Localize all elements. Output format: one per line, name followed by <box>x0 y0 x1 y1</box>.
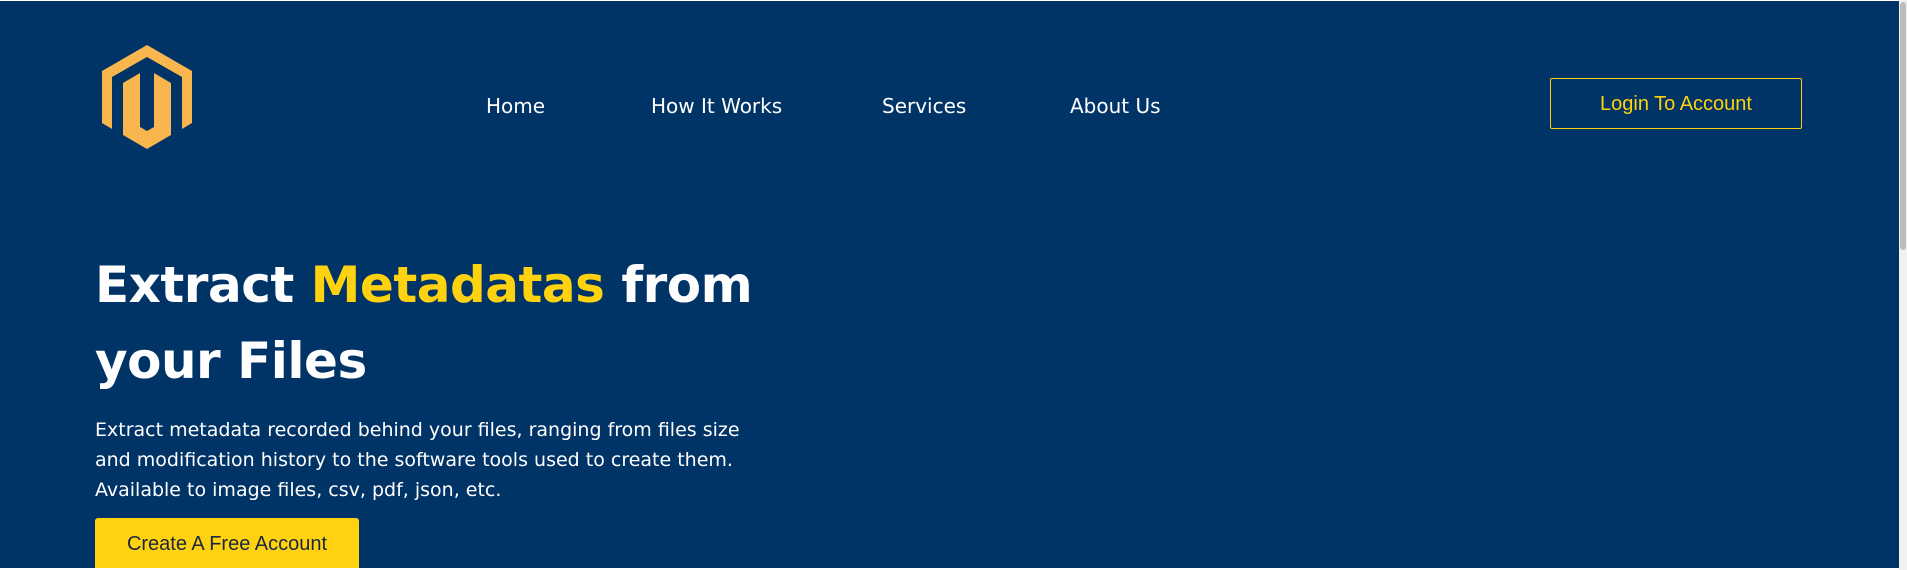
browser-viewport: Home How It Works Services About Us Logi… <box>0 0 1907 570</box>
hero-title-accent: Metadatas <box>310 256 605 314</box>
hexagon-logo-icon[interactable] <box>102 45 192 149</box>
hero-title: Extract Metadatas from your Files <box>95 247 795 399</box>
nav-link-home[interactable]: Home <box>486 91 545 121</box>
hero-description-line: and modification history to the software… <box>95 449 733 471</box>
nav-link-services[interactable]: Services <box>882 91 966 121</box>
hero-description: Extract metadata recorded behind your fi… <box>95 415 795 505</box>
scrollbar-thumb[interactable] <box>1900 2 1906 250</box>
hero-description-line: Available to image files, csv, pdf, json… <box>95 479 502 501</box>
page-scrollbar[interactable] <box>1899 0 1907 570</box>
hero-description-line: Extract metadata recorded behind your fi… <box>95 419 740 441</box>
landing-page: Home How It Works Services About Us Logi… <box>0 1 1905 568</box>
nav-link-how-it-works[interactable]: How It Works <box>651 91 782 121</box>
create-account-button[interactable]: Create A Free Account <box>95 518 359 568</box>
login-button[interactable]: Login To Account <box>1550 78 1802 129</box>
hero-title-start: Extract <box>95 256 311 314</box>
nav-link-about-us[interactable]: About Us <box>1070 91 1161 121</box>
